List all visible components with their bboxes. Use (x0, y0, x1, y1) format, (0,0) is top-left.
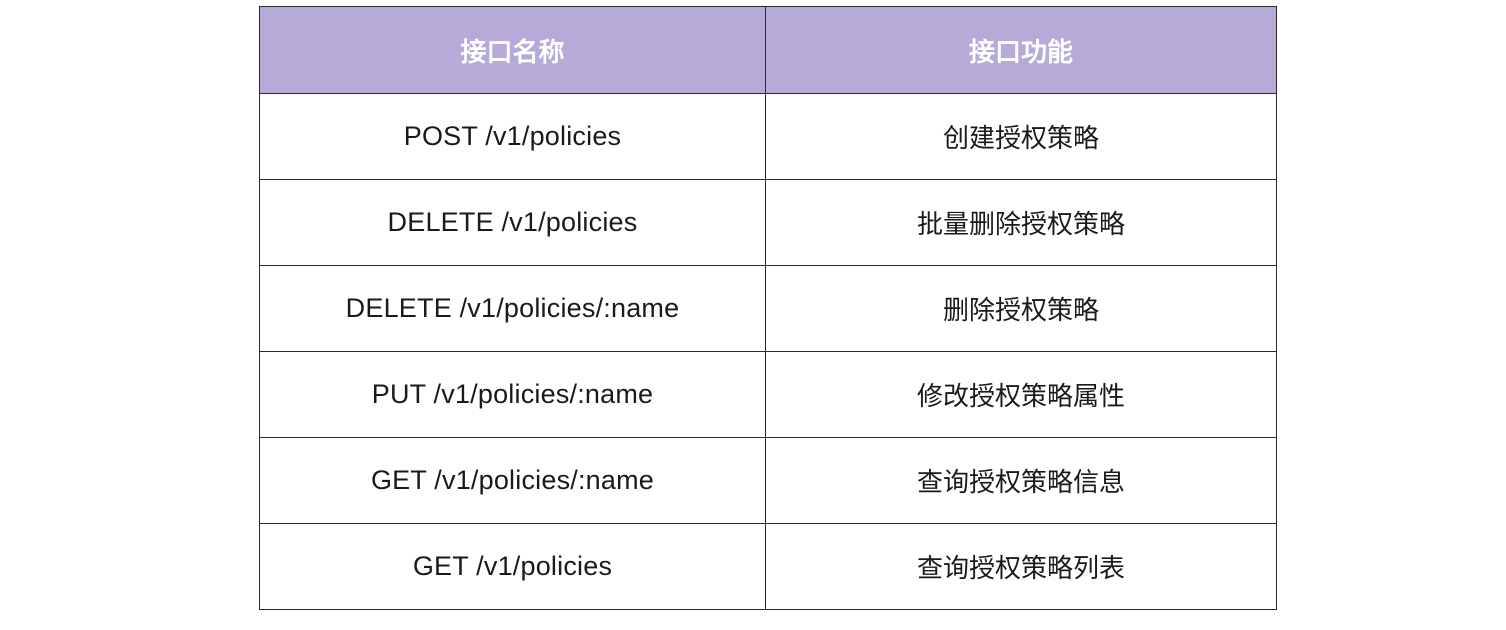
api-path-cell: DELETE /v1/policies (259, 179, 766, 266)
table-header: 接口名称 接口功能 (259, 6, 1277, 94)
api-path-cell: PUT /v1/policies/:name (259, 351, 766, 438)
table-row: DELETE /v1/policies 批量删除授权策略 (259, 179, 1277, 266)
table-row: PUT /v1/policies/:name 修改授权策略属性 (259, 351, 1277, 438)
table-row: POST /v1/policies 创建授权策略 (259, 93, 1277, 180)
api-function-cell: 查询授权策略列表 (765, 523, 1277, 610)
api-table: 接口名称 接口功能 POST /v1/policies 创建授权策略 DELET… (259, 6, 1277, 610)
table-row: GET /v1/policies 查询授权策略列表 (259, 523, 1277, 610)
api-function-cell: 查询授权策略信息 (765, 437, 1277, 524)
header-api-name: 接口名称 (259, 6, 766, 94)
header-row: 接口名称 接口功能 (259, 6, 1277, 94)
api-function-cell: 批量删除授权策略 (765, 179, 1277, 266)
api-function-cell: 删除授权策略 (765, 265, 1277, 352)
api-path-cell: DELETE /v1/policies/:name (259, 265, 766, 352)
table-row: GET /v1/policies/:name 查询授权策略信息 (259, 437, 1277, 524)
table-body: POST /v1/policies 创建授权策略 DELETE /v1/poli… (259, 93, 1277, 610)
api-path-cell: GET /v1/policies (259, 523, 766, 610)
api-function-cell: 创建授权策略 (765, 93, 1277, 180)
header-api-function: 接口功能 (765, 6, 1277, 94)
api-path-cell: GET /v1/policies/:name (259, 437, 766, 524)
api-function-cell: 修改授权策略属性 (765, 351, 1277, 438)
api-path-cell: POST /v1/policies (259, 93, 766, 180)
table-row: DELETE /v1/policies/:name 删除授权策略 (259, 265, 1277, 352)
